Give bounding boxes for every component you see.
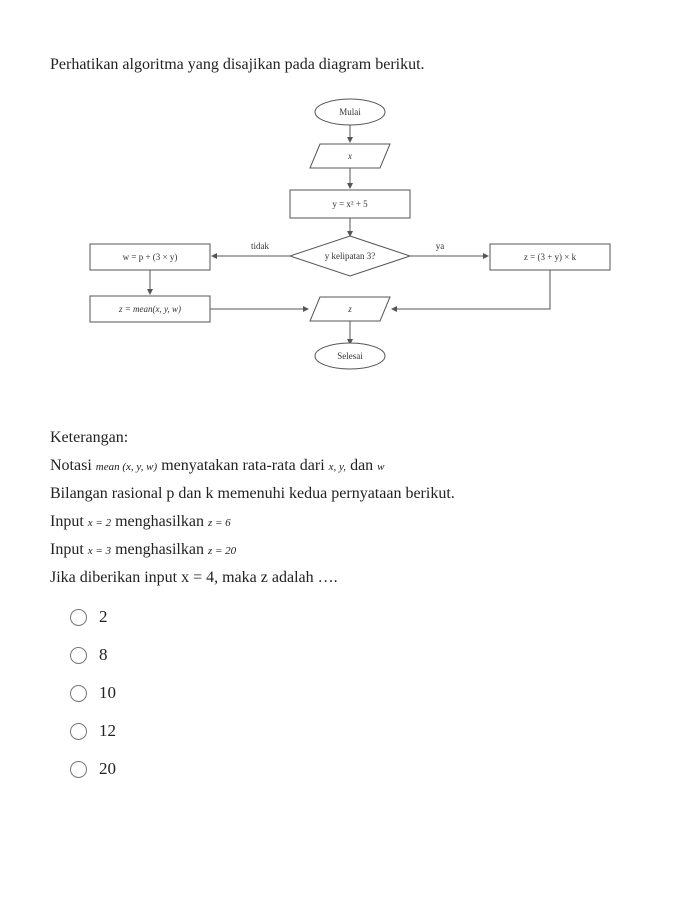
t: menghasilkan (111, 513, 208, 530)
option-label: 20 (99, 759, 116, 779)
flow-output-label: z (347, 304, 352, 314)
t: Notasi (50, 457, 96, 474)
question-text: Perhatikan algoritma yang disajikan pada… (50, 56, 650, 74)
t: Input (50, 541, 88, 558)
flowchart-diagram: Mulai x y = x² + 5 y kelipatan 3? ya z =… (70, 94, 630, 404)
flow-process1-label: y = x² + 5 (332, 199, 368, 209)
radio-icon (70, 723, 87, 740)
t: menghasilkan (111, 541, 208, 558)
option-3[interactable]: 12 (70, 721, 650, 741)
t: w (377, 461, 384, 473)
flow-yes-label: ya (436, 241, 445, 251)
t: mean (x, y, w) (96, 461, 157, 473)
notes-line5: Jika diberikan input x = 4, maka z adala… (50, 569, 650, 587)
answer-options: 2 8 10 12 20 (70, 607, 650, 779)
notes-line1: Notasi mean (x, y, w) menyatakan rata-ra… (50, 457, 650, 475)
t: Input (50, 513, 88, 530)
flow-no-label: tidak (251, 241, 269, 251)
t: z = 6 (208, 517, 231, 529)
t: menyatakan rata-rata dari (157, 457, 328, 474)
flow-start-label: Mulai (339, 107, 361, 117)
radio-icon (70, 685, 87, 702)
option-0[interactable]: 2 (70, 607, 650, 627)
notes-line3: Input x = 2 menghasilkan z = 6 (50, 513, 650, 531)
flow-decision-label: y kelipatan 3? (325, 251, 375, 261)
notes-block: Keterangan: Notasi mean (x, y, w) menyat… (50, 429, 650, 587)
option-label: 12 (99, 721, 116, 741)
option-1[interactable]: 8 (70, 645, 650, 665)
t: dan (346, 457, 377, 474)
t: x = 3 (88, 545, 111, 557)
option-2[interactable]: 10 (70, 683, 650, 703)
flow-input-label: x (347, 151, 352, 161)
notes-line2: Bilangan rasional p dan k memenuhi kedua… (50, 485, 650, 503)
radio-icon (70, 647, 87, 664)
t: x, y, (329, 461, 346, 473)
t: x = 2 (88, 517, 111, 529)
option-label: 10 (99, 683, 116, 703)
t: z = 20 (208, 545, 236, 557)
option-4[interactable]: 20 (70, 759, 650, 779)
flow-no-branch-label: w = p + (3 × y) (123, 252, 178, 262)
option-label: 2 (99, 607, 108, 627)
notes-heading: Keterangan: (50, 429, 650, 447)
radio-icon (70, 761, 87, 778)
option-label: 8 (99, 645, 108, 665)
flow-mean-label: z = mean(x, y, w) (118, 304, 181, 314)
flow-end-label: Selesai (337, 351, 363, 361)
notes-line4: Input x = 3 menghasilkan z = 20 (50, 541, 650, 559)
flow-yes-branch-label: z = (3 + y) × k (524, 252, 577, 262)
radio-icon (70, 609, 87, 626)
